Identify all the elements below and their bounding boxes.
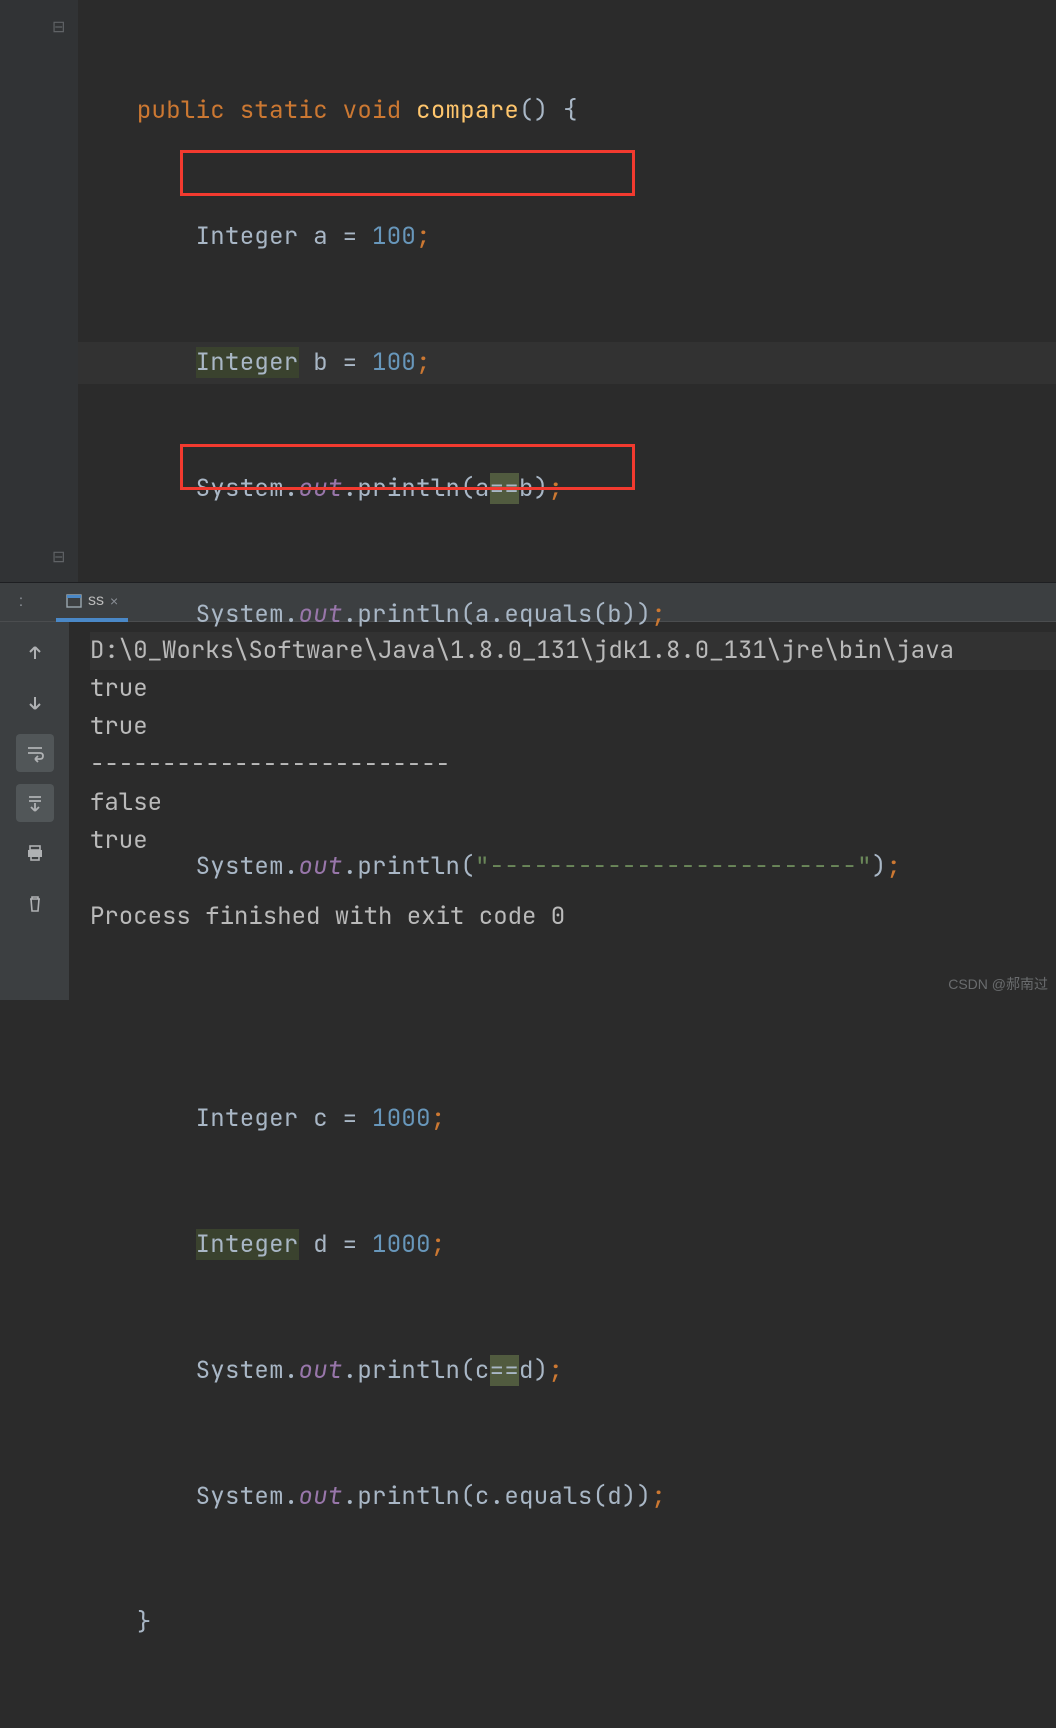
code-line[interactable]: Integer d = 1000; xyxy=(78,1224,1056,1266)
code-area[interactable]: public static void compare() { Integer a… xyxy=(0,6,1056,1728)
code-line[interactable]: public static void compare() { xyxy=(78,90,1056,132)
code-line[interactable]: Integer a = 100; xyxy=(78,216,1056,258)
code-line[interactable]: System.out.println(a==b); xyxy=(78,468,1056,510)
code-line[interactable]: System.out.println(c==d); xyxy=(78,1350,1056,1392)
code-line[interactable]: System.out.println("--------------------… xyxy=(78,846,1056,888)
watermark: CSDN @郝南过 xyxy=(948,974,1048,994)
code-line[interactable]: } xyxy=(78,1602,1056,1644)
code-line[interactable]: System.out.println(a.equals(b)); xyxy=(78,594,1056,636)
code-line-caret[interactable]: Integer b = 100; xyxy=(78,342,1056,384)
code-line[interactable]: Integer c = 1000; xyxy=(78,1098,1056,1140)
code-line-empty[interactable] xyxy=(78,720,1056,762)
code-editor[interactable]: ⊟ ⊟ public static void compare() { Integ… xyxy=(0,0,1056,582)
code-line-empty[interactable] xyxy=(78,972,1056,1014)
code-line[interactable]: System.out.println(c.equals(d)); xyxy=(78,1476,1056,1518)
